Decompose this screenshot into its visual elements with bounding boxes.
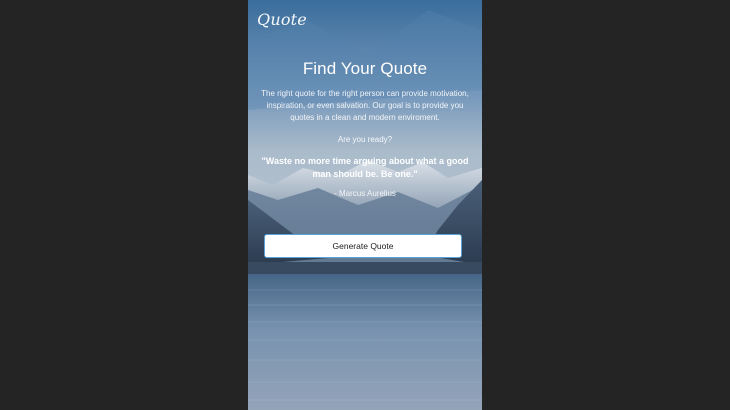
app-logo[interactable]: Quote	[257, 10, 307, 29]
mobile-viewport: Quote Find Your Quote The right quote fo…	[248, 0, 482, 410]
quote-text: "Waste no more time arguing about what a…	[261, 156, 469, 179]
page-background: Quote Find Your Quote The right quote fo…	[0, 0, 730, 410]
page-title: Find Your Quote	[302, 59, 428, 78]
intro-description: The right quote for the right person can…	[261, 89, 469, 122]
quote-author: - Marcus Aurelius	[334, 189, 396, 198]
ready-prompt: Are you ready?	[337, 135, 393, 144]
hero-section: Find Your Quote The right quote for the …	[248, 58, 482, 200]
generate-quote-button[interactable]: Generate Quote	[264, 234, 462, 258]
